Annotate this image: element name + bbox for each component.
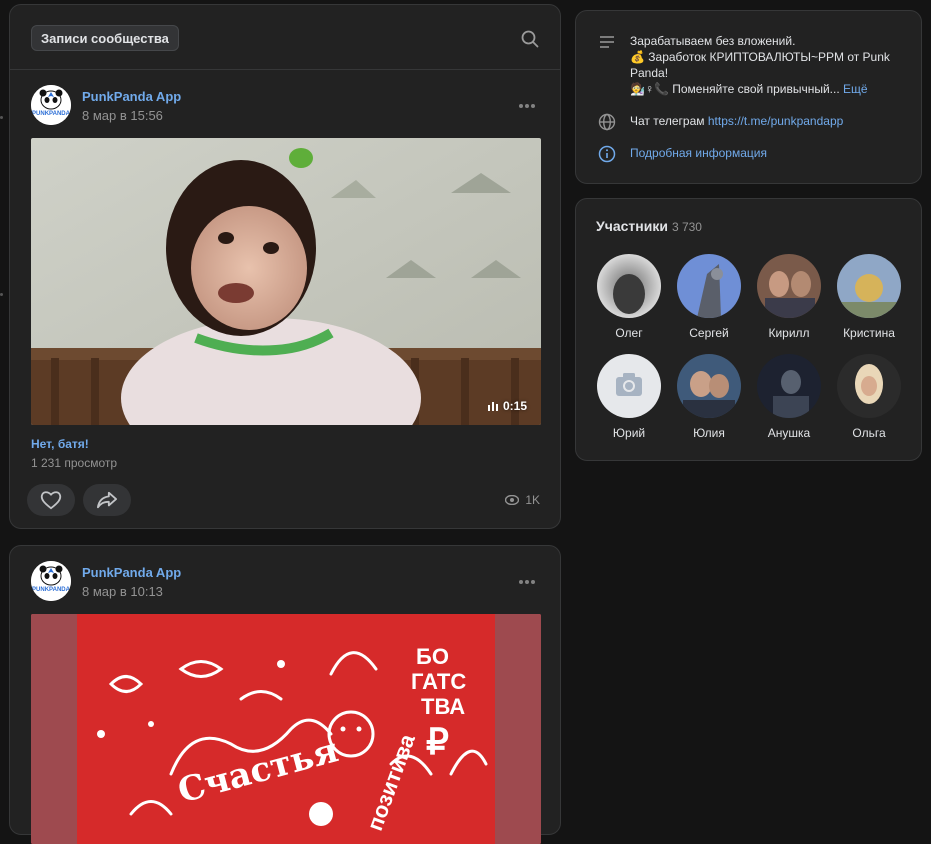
globe-icon — [598, 113, 618, 134]
post-author[interactable]: PunkPanda App — [82, 89, 181, 104]
telegram-row: Чат телеграм https://t.me/punkpandapp — [598, 113, 910, 134]
equalizer-icon — [487, 402, 498, 411]
description-icon — [598, 33, 618, 97]
telegram-link[interactable]: https://t.me/punkpandapp — [708, 114, 843, 128]
member-name[interactable]: Ольга — [829, 426, 909, 440]
member-avatar[interactable] — [757, 354, 821, 418]
view-counter: 1K — [505, 493, 540, 507]
post-date[interactable]: 8 мар в 15:56 — [82, 108, 163, 123]
details-link[interactable]: Подробная информация — [630, 145, 910, 166]
post-image[interactable]: БО ГАТС ТВА ₽ Счастья позитива — [31, 614, 541, 844]
telegram-label: Чат телеграм — [630, 114, 705, 128]
community-description: Зарабатываем без вложений. 💰 Заработок К… — [630, 33, 910, 97]
members-card: Участники 3 730 Олег Сергей Кирилл Кристи… — [575, 198, 922, 461]
eye-icon — [505, 495, 520, 505]
video-player[interactable]: 0:15 — [31, 138, 541, 425]
member-name[interactable]: Юлия — [669, 426, 749, 440]
member-item[interactable]: Юрий — [589, 354, 669, 440]
description-line: 🧑‍🔬♀📞 Поменяйте свой привычный... — [630, 82, 840, 96]
duration-text: 0:15 — [502, 399, 527, 413]
info-icon — [598, 145, 618, 166]
description-line: 💰 Заработок КРИПТОВАЛЮТЫ~PPM от Punk Pan… — [630, 50, 890, 80]
member-name[interactable]: Сергей — [669, 326, 749, 340]
feed-header: Записи сообщества — [9, 4, 561, 70]
more-options-icon[interactable] — [518, 96, 536, 114]
member-avatar[interactable] — [837, 254, 901, 318]
community-avatar[interactable]: PUNKPANDA — [31, 85, 71, 125]
member-name[interactable]: Олег — [589, 326, 669, 340]
camera-icon[interactable] — [597, 354, 661, 418]
svg-text:БО: БО — [416, 644, 449, 669]
more-link[interactable]: Ещё — [843, 82, 868, 96]
member-name[interactable]: Юрий — [589, 426, 669, 440]
description-row: Зарабатываем без вложений. 💰 Заработок К… — [598, 33, 910, 97]
community-info-card: Зарабатываем без вложений. 💰 Заработок К… — [575, 10, 922, 184]
member-name[interactable]: Кристина — [829, 326, 909, 340]
members-title[interactable]: Участники — [596, 218, 668, 234]
svg-text:PUNKPANDA: PUNKPANDA — [32, 587, 71, 593]
scroll-indicator — [0, 293, 3, 296]
member-avatar[interactable] — [597, 254, 661, 318]
search-icon[interactable] — [520, 29, 540, 49]
post-card: PUNKPANDA PunkPanda App 8 мар в 15:56 0:… — [9, 70, 561, 529]
members-count: 3 730 — [671, 220, 702, 234]
video-title[interactable]: Нет, батя! — [31, 437, 89, 451]
member-avatar[interactable] — [837, 354, 901, 418]
members-header[interactable]: Участники 3 730 — [596, 218, 702, 234]
post-author[interactable]: PunkPanda App — [82, 565, 181, 580]
community-avatar[interactable]: PUNKPANDA — [31, 561, 71, 601]
description-line: Зарабатываем без вложений. — [630, 34, 796, 48]
heart-icon — [40, 491, 62, 510]
member-item[interactable]: Юлия — [669, 354, 749, 440]
member-avatar[interactable] — [677, 254, 741, 318]
member-name[interactable]: Анушка — [749, 426, 829, 440]
member-avatar[interactable] — [677, 354, 741, 418]
member-item[interactable]: Кирилл — [749, 254, 829, 340]
member-item[interactable]: Кристина — [829, 254, 909, 340]
share-icon — [97, 491, 117, 509]
member-item[interactable]: Ольга — [829, 354, 909, 440]
like-button[interactable] — [27, 484, 75, 516]
member-item[interactable]: Сергей — [669, 254, 749, 340]
view-count-text: 1K — [525, 493, 540, 507]
scroll-indicator — [0, 116, 3, 119]
share-button[interactable] — [83, 484, 131, 516]
video-views: 1 231 просмотр — [31, 456, 118, 470]
member-item[interactable]: Олег — [589, 254, 669, 340]
post-date[interactable]: 8 мар в 10:13 — [82, 584, 163, 599]
video-duration: 0:15 — [487, 399, 527, 413]
member-avatar[interactable] — [757, 254, 821, 318]
tab-community-posts[interactable]: Записи сообщества — [31, 25, 179, 51]
post-card: PUNKPANDA PunkPanda App 8 мар в 10:13 БО… — [9, 545, 561, 844]
member-name[interactable]: Кирилл — [749, 326, 829, 340]
details-row[interactable]: Подробная информация — [598, 145, 910, 166]
more-options-icon[interactable] — [518, 572, 536, 590]
member-item[interactable]: Анушка — [749, 354, 829, 440]
svg-text:PUNKPANDA: PUNKPANDA — [32, 111, 71, 117]
svg-text:ГАТС: ГАТС — [411, 669, 466, 694]
svg-text:ТВА: ТВА — [421, 694, 465, 719]
svg-text:₽: ₽ — [426, 721, 449, 762]
